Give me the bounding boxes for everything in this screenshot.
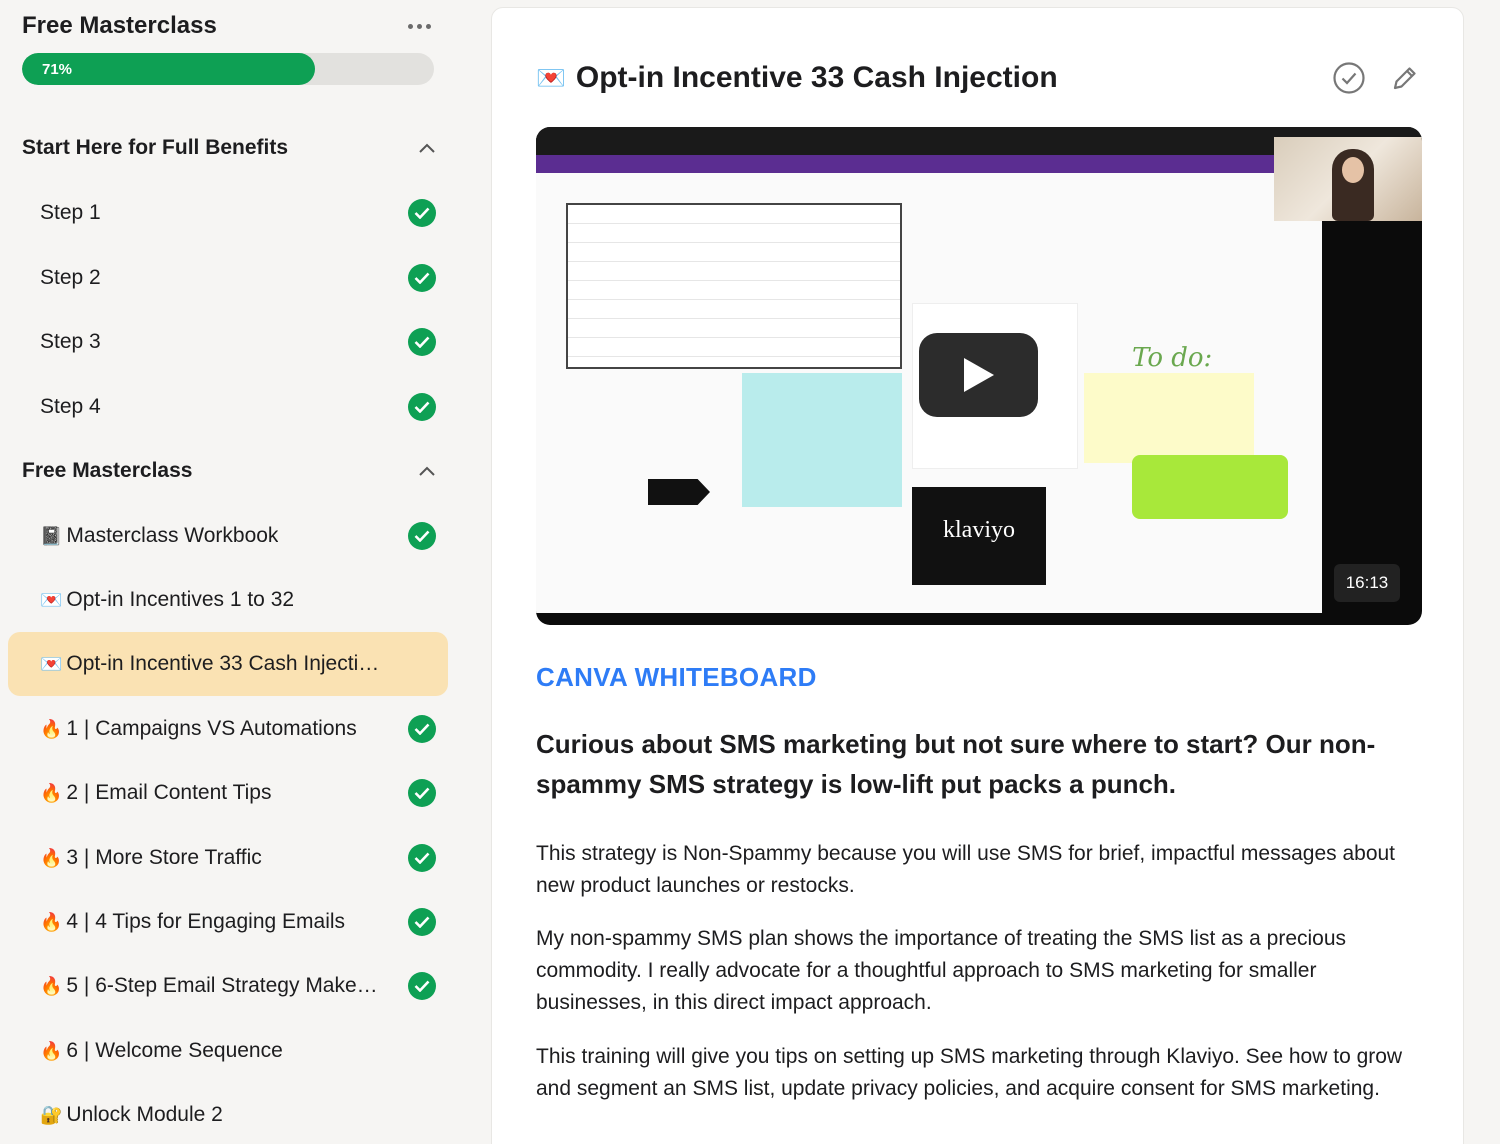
play-button[interactable] — [919, 333, 1038, 417]
sidebar-header: Free Masterclass — [22, 10, 434, 42]
love-letter-icon: 💌 — [40, 590, 63, 610]
play-icon — [963, 358, 994, 392]
lesson-item-opt-in-incentive-33[interactable]: 💌 Opt-in Incentive 33 Cash Injection — [8, 632, 448, 696]
fire-icon: 🔥 — [40, 783, 63, 803]
course-sidebar: Free Masterclass 71% Start Here for Full… — [0, 0, 460, 1144]
lesson-item-step-3[interactable]: Step 3 — [8, 310, 448, 374]
canva-whiteboard-link[interactable]: CANVA WHITEBOARD — [536, 662, 817, 693]
lesson-item-step-2[interactable]: Step 2 — [8, 246, 448, 310]
video-duration: 16:13 — [1334, 564, 1400, 602]
lesson-label: Step 1 — [40, 201, 101, 224]
lesson-label: 🔐 Unlock Module 2 — [40, 1103, 223, 1126]
video-player[interactable]: To do: klaviyo 16:13 — [536, 127, 1422, 625]
lesson-paragraph: This strategy is Non-Spammy because you … — [536, 842, 1396, 897]
lesson-label: 🔥 5 | 6-Step Email Strategy Makeo… — [40, 974, 380, 997]
lesson-paragraph: This training will give you tips on sett… — [536, 1045, 1403, 1100]
fire-icon: 🔥 — [40, 912, 63, 932]
lesson-item-welcome-sequence[interactable]: 🔥 6 | Welcome Sequence — [8, 1019, 448, 1083]
fire-icon: 🔥 — [40, 848, 63, 868]
fire-icon: 🔥 — [40, 1041, 63, 1061]
lesson-title: 💌 Opt-in Incentive 33 Cash Injection — [536, 61, 1058, 94]
lesson-label: 🔥 3 | More Store Traffic — [40, 846, 262, 869]
video-app-toolbar — [536, 155, 1322, 173]
lesson-item-unlock-module-2[interactable]: 🔐 Unlock Module 2 — [8, 1083, 448, 1144]
lesson-item-engaging-emails[interactable]: 🔥 4 | 4 Tips for Engaging Emails — [8, 890, 448, 954]
love-letter-icon: 💌 — [536, 64, 566, 92]
check-circle-icon — [408, 715, 436, 743]
lock-key-icon: 🔐 — [40, 1105, 63, 1125]
lesson-actions — [1332, 61, 1422, 95]
chevron-up-icon[interactable] — [414, 458, 440, 484]
whiteboard-table-image — [566, 203, 902, 369]
check-circle-icon — [408, 522, 436, 550]
pencil-icon[interactable] — [1388, 61, 1422, 95]
lesson-item-step-1[interactable]: Step 1 — [8, 181, 448, 245]
lesson-item-email-strategy-makeover[interactable]: 🔥 5 | 6-Step Email Strategy Makeo… — [8, 954, 448, 1018]
progress-fill: 71% — [22, 53, 315, 85]
presenter-face — [1342, 157, 1364, 183]
whiteboard-consent-note — [1132, 455, 1288, 519]
check-circle-icon — [408, 199, 436, 227]
lesson-label: 📓 Masterclass Workbook — [40, 524, 279, 547]
fire-icon: 🔥 — [40, 719, 63, 739]
lesson-label: 🔥 6 | Welcome Sequence — [40, 1039, 283, 1062]
check-circle-icon — [408, 328, 436, 356]
lesson-label: Step 3 — [40, 330, 101, 353]
check-circle-icon — [408, 264, 436, 292]
section-title: Free Masterclass — [22, 459, 193, 482]
lesson-label: 💌 Opt-in Incentives 1 to 32 — [40, 588, 295, 611]
section-header-start-here[interactable]: Start Here for Full Benefits — [22, 128, 440, 168]
love-letter-icon: 💌 — [40, 654, 63, 674]
section-title: Start Here for Full Benefits — [22, 136, 289, 159]
whiteboard-sticky-note — [1084, 373, 1254, 463]
progress-text: 71% — [42, 60, 73, 78]
check-circle-icon — [408, 972, 436, 1000]
lesson-item-campaigns-vs-automations[interactable]: 🔥 1 | Campaigns VS Automations — [8, 697, 448, 761]
lesson-label: 🔥 2 | Email Content Tips — [40, 781, 272, 804]
lesson-item-masterclass-workbook[interactable]: 📓 Masterclass Workbook — [8, 504, 448, 568]
check-circle-icon — [408, 779, 436, 807]
lesson-lead-text: Curious about SMS marketing but not sure… — [536, 729, 1376, 799]
lesson-label: 🔥 4 | 4 Tips for Engaging Emails — [40, 910, 346, 933]
whiteboard-todo-heading: To do: — [1132, 343, 1213, 373]
lesson-header: 💌 Opt-in Incentive 33 Cash Injection — [536, 56, 1422, 100]
lesson-label: 💌 Opt-in Incentive 33 Cash Injection — [40, 652, 380, 675]
course-title: Free Masterclass — [22, 12, 217, 39]
more-dots-icon[interactable] — [404, 11, 434, 41]
check-circle-icon — [408, 908, 436, 936]
chevron-up-icon[interactable] — [414, 135, 440, 161]
check-circle-outline-icon[interactable] — [1332, 61, 1366, 95]
lesson-label: Step 2 — [40, 266, 101, 289]
lesson-label: 🔥 1 | Campaigns VS Automations — [40, 717, 357, 740]
check-circle-icon — [408, 393, 436, 421]
check-circle-icon — [408, 844, 436, 872]
progress-bar: 71% — [22, 53, 434, 85]
klaviyo-logo-card: klaviyo — [912, 487, 1046, 585]
webcam-overlay — [1274, 137, 1422, 221]
lesson-label: Step 4 — [40, 395, 101, 418]
notebook-icon: 📓 — [40, 526, 63, 546]
whiteboard-arrow-shape — [648, 479, 710, 505]
klaviyo-logo-text: klaviyo — [943, 517, 1015, 543]
whiteboard-sticky-note — [742, 373, 902, 507]
section-header-free-masterclass[interactable]: Free Masterclass — [22, 451, 440, 491]
lesson-item-more-store-traffic[interactable]: 🔥 3 | More Store Traffic — [8, 826, 448, 890]
fire-icon: 🔥 — [40, 976, 63, 996]
lesson-item-opt-in-incentives-1-32[interactable]: 💌 Opt-in Incentives 1 to 32 — [8, 568, 448, 632]
lesson-content-panel: 💌 Opt-in Incentive 33 Cash Injection To … — [491, 7, 1464, 1144]
lesson-paragraph: My non-spammy SMS plan shows the importa… — [536, 927, 1347, 1014]
lesson-item-step-4[interactable]: Step 4 — [8, 375, 448, 439]
lesson-item-email-content-tips[interactable]: 🔥 2 | Email Content Tips — [8, 761, 448, 825]
